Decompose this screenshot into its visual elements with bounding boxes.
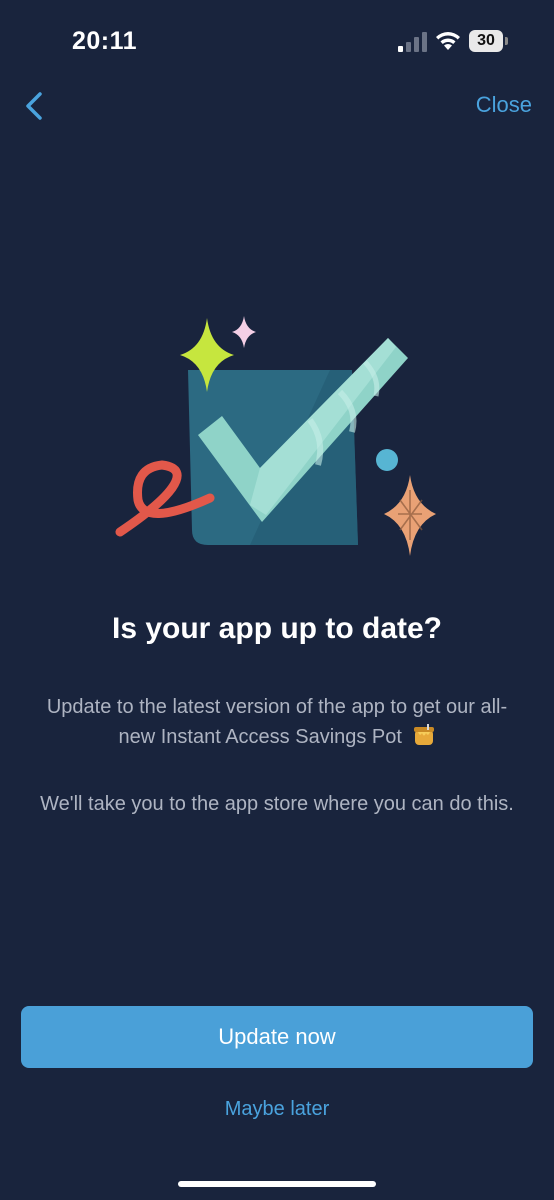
home-indicator (178, 1181, 376, 1187)
wifi-icon (436, 32, 460, 50)
battery-icon: 30 (469, 30, 509, 52)
chevron-left-icon (26, 92, 42, 120)
status-bar: 20:11 30 (0, 0, 554, 80)
status-time: 20:11 (72, 27, 138, 55)
update-description: Update to the latest version of the app … (40, 692, 514, 752)
update-now-button[interactable]: Update now (21, 1006, 533, 1068)
pink-sparkle-icon (232, 316, 256, 348)
blue-dot (376, 449, 398, 471)
page-title: Is your app up to date? (111, 612, 442, 645)
battery-level: 30 (469, 30, 503, 52)
honey-pot-icon (413, 724, 434, 745)
cellular-signal-icon (398, 32, 427, 52)
battery-tip (505, 37, 508, 45)
app-store-note: We'll take you to the app store where yo… (40, 793, 514, 815)
back-button[interactable] (18, 86, 54, 126)
close-button[interactable]: Close (476, 92, 532, 118)
update-description-text: Update to the latest version of the app … (46, 696, 508, 748)
maybe-later-link[interactable]: Maybe later (0, 1098, 554, 1121)
checkmark-illustration (115, 316, 436, 556)
